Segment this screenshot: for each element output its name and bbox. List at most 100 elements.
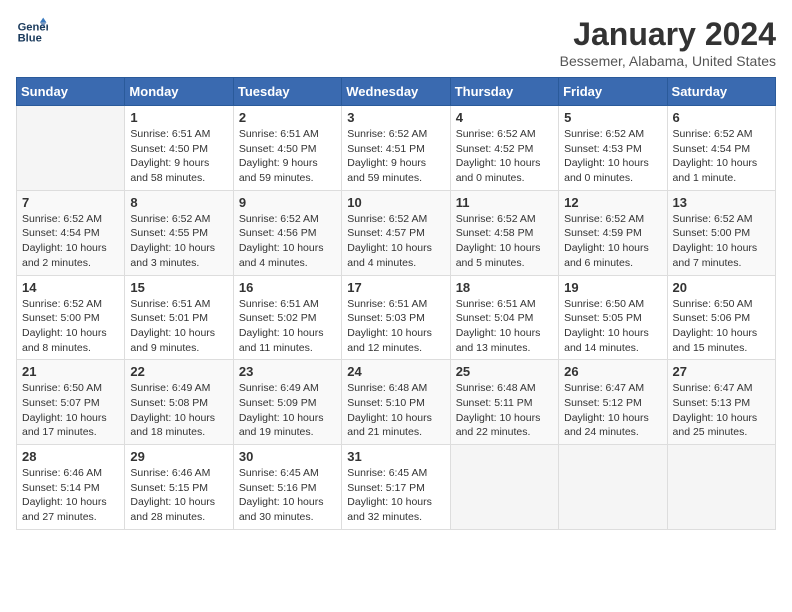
day-info: Sunrise: 6:45 AMSunset: 5:17 PMDaylight:… — [347, 466, 444, 525]
day-number: 29 — [130, 449, 227, 464]
day-info: Sunrise: 6:52 AMSunset: 4:59 PMDaylight:… — [564, 212, 661, 271]
weekday-header-wednesday: Wednesday — [342, 78, 450, 106]
title-block: January 2024 Bessemer, Alabama, United S… — [560, 16, 776, 69]
calendar-table: SundayMondayTuesdayWednesdayThursdayFrid… — [16, 77, 776, 530]
logo-icon: General Blue — [16, 16, 48, 48]
weekday-header-friday: Friday — [559, 78, 667, 106]
day-number: 16 — [239, 280, 336, 295]
calendar-cell: 18Sunrise: 6:51 AMSunset: 5:04 PMDayligh… — [450, 275, 558, 360]
calendar-cell: 31 Sunrise: 6:45 AMSunset: 5:17 PMDayligh… — [342, 445, 450, 530]
calendar-cell: 20Sunrise: 6:50 AMSunset: 5:06 PMDayligh… — [667, 275, 775, 360]
day-info: Sunrise: 6:50 AMSunset: 5:06 PMDaylight:… — [673, 297, 770, 356]
day-info: Sunrise: 6:51 AMSunset: 5:03 PMDaylight:… — [347, 297, 444, 356]
day-info: Sunrise: 6:51 AMSunset: 4:50 PMDaylight:… — [130, 127, 227, 186]
svg-text:Blue: Blue — [18, 33, 42, 45]
calendar-week-5: 28 Sunrise: 6:46 AMSunset: 5:14 PMDayligh… — [17, 445, 776, 530]
day-info: Sunrise: 6:51 AMSunset: 5:01 PMDaylight:… — [130, 297, 227, 356]
day-info: Sunrise: 6:48 AMSunset: 5:11 PMDaylight:… — [456, 381, 553, 440]
day-info: Sunrise: 6:52 AMSunset: 4:54 PMDaylight:… — [22, 212, 119, 271]
day-info: Sunrise: 6:48 AMSunset: 5:10 PMDaylight:… — [347, 381, 444, 440]
day-number: 26 — [564, 364, 661, 379]
day-number: 30 — [239, 449, 336, 464]
day-number: 14 — [22, 280, 119, 295]
day-number: 10 — [347, 195, 444, 210]
day-info: Sunrise: 6:52 AMSunset: 5:00 PMDaylight:… — [673, 212, 770, 271]
day-info: Sunrise: 6:52 AMSunset: 4:57 PMDaylight:… — [347, 212, 444, 271]
calendar-cell: 21 Sunrise: 6:50 AMSunset: 5:07 PMDayligh… — [17, 360, 125, 445]
day-number: 7 — [22, 195, 119, 210]
calendar-week-2: 7 Sunrise: 6:52 AMSunset: 4:54 PMDaylight… — [17, 190, 776, 275]
day-number: 25 — [456, 364, 553, 379]
day-number: 3 — [347, 110, 444, 125]
day-info: Sunrise: 6:52 AMSunset: 4:51 PMDaylight:… — [347, 127, 444, 186]
calendar-week-1: 1 Sunrise: 6:51 AMSunset: 4:50 PMDaylight… — [17, 106, 776, 191]
calendar-week-3: 14 Sunrise: 6:52 AMSunset: 5:00 PMDayligh… — [17, 275, 776, 360]
calendar-cell: 12 Sunrise: 6:52 AMSunset: 4:59 PMDayligh… — [559, 190, 667, 275]
calendar-week-4: 21 Sunrise: 6:50 AMSunset: 5:07 PMDayligh… — [17, 360, 776, 445]
day-info: Sunrise: 6:52 AMSunset: 4:54 PMDaylight:… — [673, 127, 770, 186]
day-info: Sunrise: 6:45 AMSunset: 5:16 PMDaylight:… — [239, 466, 336, 525]
day-number: 31 — [347, 449, 444, 464]
calendar-cell: 7 Sunrise: 6:52 AMSunset: 4:54 PMDaylight… — [17, 190, 125, 275]
calendar-cell: 30 Sunrise: 6:45 AMSunset: 5:16 PMDayligh… — [233, 445, 341, 530]
calendar-cell: 11Sunrise: 6:52 AMSunset: 4:58 PMDayligh… — [450, 190, 558, 275]
weekday-header-monday: Monday — [125, 78, 233, 106]
weekday-header-saturday: Saturday — [667, 78, 775, 106]
day-number: 19 — [564, 280, 661, 295]
day-number: 5 — [564, 110, 661, 125]
day-number: 12 — [564, 195, 661, 210]
day-number: 22 — [130, 364, 227, 379]
day-info: Sunrise: 6:52 AMSunset: 5:00 PMDaylight:… — [22, 297, 119, 356]
weekday-header-sunday: Sunday — [17, 78, 125, 106]
day-info: Sunrise: 6:51 AMSunset: 5:04 PMDaylight:… — [456, 297, 553, 356]
calendar-cell — [450, 445, 558, 530]
day-number: 28 — [22, 449, 119, 464]
calendar-cell: 26 Sunrise: 6:47 AMSunset: 5:12 PMDayligh… — [559, 360, 667, 445]
calendar-cell: 8Sunrise: 6:52 AMSunset: 4:55 PMDaylight… — [125, 190, 233, 275]
day-info: Sunrise: 6:52 AMSunset: 4:58 PMDaylight:… — [456, 212, 553, 271]
calendar-cell: 29Sunrise: 6:46 AMSunset: 5:15 PMDayligh… — [125, 445, 233, 530]
day-number: 17 — [347, 280, 444, 295]
page-header: General Blue January 2024 Bessemer, Alab… — [16, 16, 776, 69]
month-title: January 2024 — [560, 16, 776, 53]
weekday-header-row: SundayMondayTuesdayWednesdayThursdayFrid… — [17, 78, 776, 106]
day-number: 23 — [239, 364, 336, 379]
day-number: 1 — [130, 110, 227, 125]
calendar-cell — [17, 106, 125, 191]
calendar-cell: 5 Sunrise: 6:52 AMSunset: 4:53 PMDaylight… — [559, 106, 667, 191]
calendar-cell: 17 Sunrise: 6:51 AMSunset: 5:03 PMDayligh… — [342, 275, 450, 360]
calendar-cell — [667, 445, 775, 530]
calendar-cell: 15 Sunrise: 6:51 AMSunset: 5:01 PMDayligh… — [125, 275, 233, 360]
calendar-cell: 27Sunrise: 6:47 AMSunset: 5:13 PMDayligh… — [667, 360, 775, 445]
calendar-cell: 1 Sunrise: 6:51 AMSunset: 4:50 PMDaylight… — [125, 106, 233, 191]
day-info: Sunrise: 6:52 AMSunset: 4:56 PMDaylight:… — [239, 212, 336, 271]
day-number: 24 — [347, 364, 444, 379]
calendar-body: 1 Sunrise: 6:51 AMSunset: 4:50 PMDaylight… — [17, 106, 776, 530]
day-number: 8 — [130, 195, 227, 210]
day-number: 2 — [239, 110, 336, 125]
calendar-cell: 3 Sunrise: 6:52 AMSunset: 4:51 PMDaylight… — [342, 106, 450, 191]
day-number: 4 — [456, 110, 553, 125]
day-info: Sunrise: 6:47 AMSunset: 5:12 PMDaylight:… — [564, 381, 661, 440]
day-info: Sunrise: 6:52 AMSunset: 4:52 PMDaylight:… — [456, 127, 553, 186]
day-info: Sunrise: 6:49 AMSunset: 5:09 PMDaylight:… — [239, 381, 336, 440]
weekday-header-tuesday: Tuesday — [233, 78, 341, 106]
day-info: Sunrise: 6:46 AMSunset: 5:14 PMDaylight:… — [22, 466, 119, 525]
day-number: 21 — [22, 364, 119, 379]
day-number: 9 — [239, 195, 336, 210]
calendar-cell: 22Sunrise: 6:49 AMSunset: 5:08 PMDayligh… — [125, 360, 233, 445]
day-info: Sunrise: 6:52 AMSunset: 4:53 PMDaylight:… — [564, 127, 661, 186]
day-number: 15 — [130, 280, 227, 295]
calendar-cell: 23 Sunrise: 6:49 AMSunset: 5:09 PMDayligh… — [233, 360, 341, 445]
weekday-header-thursday: Thursday — [450, 78, 558, 106]
day-number: 6 — [673, 110, 770, 125]
day-info: Sunrise: 6:50 AMSunset: 5:05 PMDaylight:… — [564, 297, 661, 356]
calendar-cell: 13 Sunrise: 6:52 AMSunset: 5:00 PMDayligh… — [667, 190, 775, 275]
calendar-cell: 25 Sunrise: 6:48 AMSunset: 5:11 PMDayligh… — [450, 360, 558, 445]
calendar-cell: 10 Sunrise: 6:52 AMSunset: 4:57 PMDayligh… — [342, 190, 450, 275]
calendar-cell: 14 Sunrise: 6:52 AMSunset: 5:00 PMDayligh… — [17, 275, 125, 360]
day-info: Sunrise: 6:50 AMSunset: 5:07 PMDaylight:… — [22, 381, 119, 440]
calendar-cell: 19 Sunrise: 6:50 AMSunset: 5:05 PMDayligh… — [559, 275, 667, 360]
day-number: 13 — [673, 195, 770, 210]
day-number: 27 — [673, 364, 770, 379]
